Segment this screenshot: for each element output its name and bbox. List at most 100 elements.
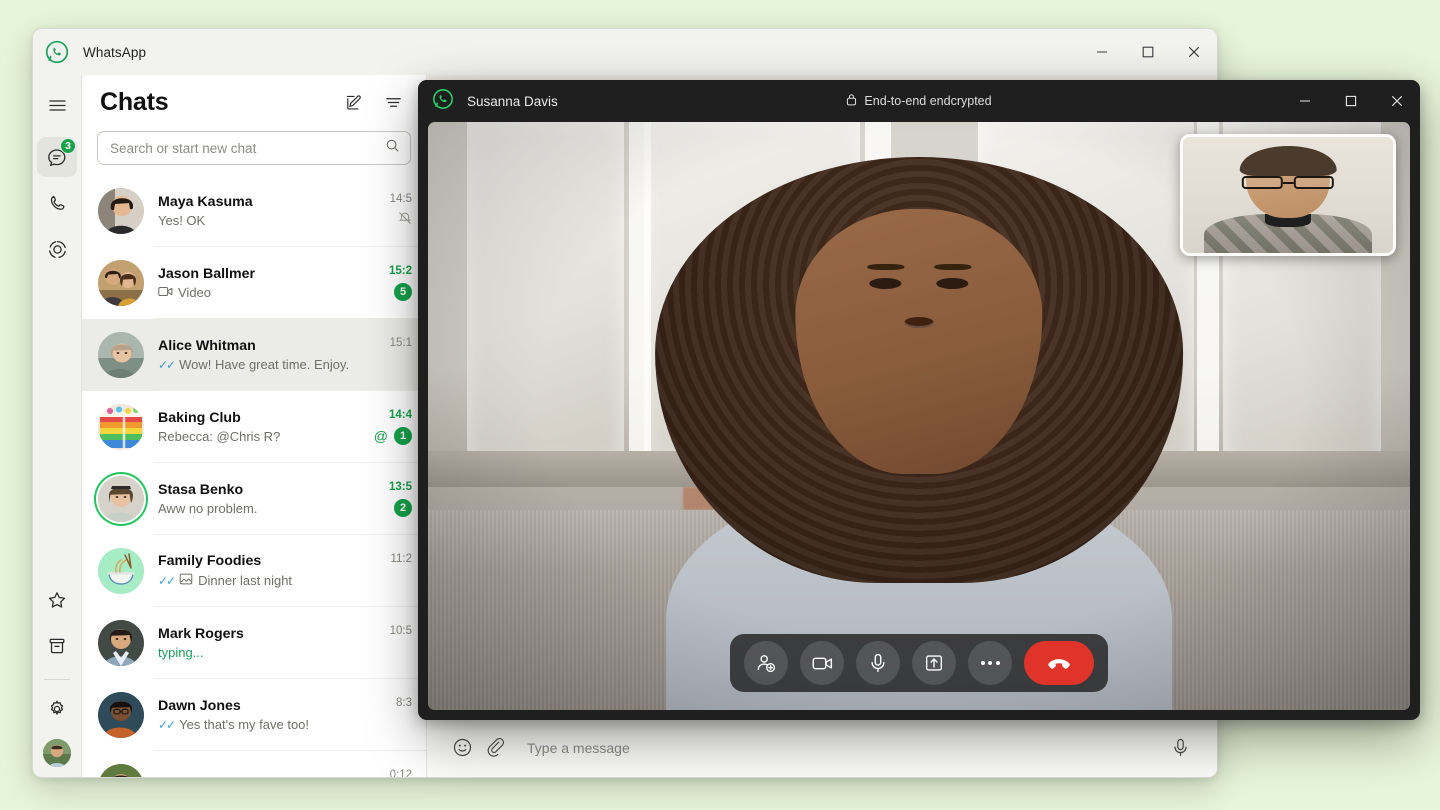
microphone-icon[interactable] bbox=[1163, 731, 1197, 765]
chat-item-text: Family Foodies ✓✓ Dinner last night bbox=[158, 553, 358, 589]
share-screen-up-arrow-icon[interactable] bbox=[912, 641, 956, 685]
close-icon[interactable] bbox=[1171, 29, 1217, 75]
chat-list-item-maya-kasuma[interactable]: Maya Kasuma Yes! OK 14:5 bbox=[82, 175, 426, 248]
minimize-icon[interactable] bbox=[1079, 29, 1125, 75]
chat-item-meta: 0:12 bbox=[366, 769, 412, 778]
message-input[interactable] bbox=[527, 739, 1163, 756]
sidebar-item-chats[interactable]: 3 bbox=[37, 137, 77, 177]
chat-item-preview-text: typing... bbox=[158, 645, 204, 661]
read-double-check-icon: ✓✓ bbox=[158, 717, 176, 732]
paperclip-attach-icon[interactable] bbox=[479, 731, 513, 765]
chat-item-preview: typing... bbox=[158, 645, 358, 660]
chat-list[interactable]: Maya Kasuma Yes! OK 14:5 Jason Ballmer V… bbox=[82, 175, 426, 778]
minimize-icon[interactable] bbox=[1282, 80, 1328, 122]
chat-list-item-baking-club[interactable]: Baking Club Rebecca: @Chris R? 14:4 @ 1 bbox=[82, 391, 426, 464]
read-double-check-icon: ✓✓ bbox=[158, 357, 176, 372]
chat-item-time: 14:5 bbox=[389, 193, 412, 206]
chat-item-preview: Video bbox=[158, 285, 358, 300]
call-control-bar bbox=[730, 634, 1108, 692]
chat-item-meta: 14:4 @ 1 bbox=[366, 409, 412, 446]
profile-avatar[interactable] bbox=[43, 739, 71, 767]
filter-lines-icon[interactable] bbox=[376, 85, 410, 119]
chat-item-preview-text: Video bbox=[178, 285, 212, 301]
chat-item-time: 15:1 bbox=[389, 337, 412, 350]
chat-item-text: Mark Rogers typing... bbox=[158, 626, 358, 660]
chat-item-time: 0:12 bbox=[389, 769, 412, 778]
chat-item-meta: 11:2 bbox=[366, 553, 412, 589]
add-person-icon[interactable] bbox=[744, 641, 788, 685]
mention-at-icon: @ bbox=[373, 428, 388, 445]
main-window-titlebar: WhatsApp bbox=[33, 29, 1217, 75]
chat-list-panel: Chats Search or start new chat Maya Kasu… bbox=[82, 75, 427, 778]
chat-item-preview: ✓✓ Wow! Have great time. Enjoy. bbox=[158, 357, 358, 372]
chat-item-time: 8:3 bbox=[396, 697, 412, 710]
chat-item-meta: 10:5 bbox=[366, 625, 412, 661]
chat-item-text: Stasa Benko Aww no problem. bbox=[158, 482, 358, 516]
chat-item-preview: Aww no problem. bbox=[158, 501, 358, 516]
unread-count-badge: 1 bbox=[394, 427, 412, 446]
chat-list-item-stasa-benko[interactable]: Stasa Benko Aww no problem. 13:5 2 bbox=[82, 463, 426, 536]
chat-list-item-ziggy-woodley[interactable]: Ziggy Woodley 0:12 bbox=[82, 751, 426, 778]
chat-item-name: Jason Ballmer bbox=[158, 266, 255, 283]
chat-list-item-mark-rogers[interactable]: Mark Rogers typing... 10:5 bbox=[82, 607, 426, 680]
unread-count-badge: 2 bbox=[394, 499, 412, 518]
search-area bbox=[82, 129, 426, 175]
rail-divider bbox=[44, 679, 70, 680]
chat-list-item-dawn-jones[interactable]: Dawn Jones ✓✓ Yes that's my fave too! 8:… bbox=[82, 679, 426, 752]
chat-list-item-alice-whitman[interactable]: Alice Whitman ✓✓ Wow! Have great time. E… bbox=[82, 319, 426, 392]
lock-icon bbox=[846, 93, 857, 109]
chat-item-meta: 14:5 bbox=[366, 193, 412, 229]
chat-item-name: Maya Kasuma bbox=[158, 194, 253, 211]
chat-item-text: Dawn Jones ✓✓ Yes that's my fave too! bbox=[158, 698, 358, 732]
sidebar-item-starred[interactable] bbox=[37, 580, 77, 620]
avatar bbox=[98, 332, 144, 379]
sidebar-item-archived[interactable] bbox=[37, 626, 77, 666]
self-view-thumbnail[interactable] bbox=[1180, 134, 1396, 256]
chat-list-item-family-foodies[interactable]: Family Foodies ✓✓ Dinner last night 11:2 bbox=[82, 535, 426, 608]
chat-item-time: 10:5 bbox=[389, 625, 412, 638]
close-icon[interactable] bbox=[1374, 80, 1420, 122]
chat-item-name: Family Foodies bbox=[158, 553, 262, 570]
sidebar-item-status[interactable] bbox=[37, 229, 77, 269]
avatar bbox=[98, 692, 144, 739]
sidebar-item-settings[interactable] bbox=[37, 689, 77, 729]
message-composer bbox=[427, 715, 1217, 777]
chat-item-preview: Yes! OK bbox=[158, 213, 358, 228]
remote-video-stage[interactable] bbox=[428, 122, 1410, 710]
hamburger-menu-icon[interactable] bbox=[37, 85, 77, 125]
chat-item-time: 13:5 bbox=[388, 481, 412, 494]
chat-list-header-actions bbox=[336, 85, 410, 119]
search-input[interactable] bbox=[110, 140, 385, 156]
search-icon[interactable] bbox=[385, 138, 400, 158]
avatar bbox=[98, 764, 144, 777]
chat-item-text: Jason Ballmer Video bbox=[158, 266, 358, 300]
maximize-icon[interactable] bbox=[1125, 29, 1171, 75]
muted-bell-icon bbox=[398, 211, 412, 230]
sidebar-item-calls[interactable] bbox=[37, 183, 77, 223]
chat-item-name: Baking Club bbox=[158, 410, 241, 427]
new-chat-pencil-icon[interactable] bbox=[336, 85, 370, 119]
chat-item-time: 15:2 bbox=[388, 265, 412, 278]
whatsapp-logo-icon bbox=[45, 40, 69, 64]
maximize-icon[interactable] bbox=[1328, 80, 1374, 122]
chat-item-name: Stasa Benko bbox=[158, 482, 244, 499]
microphone-icon[interactable] bbox=[856, 641, 900, 685]
unread-count-badge: 5 bbox=[394, 283, 412, 302]
chat-item-preview: ✓✓ Yes that's my fave too! bbox=[158, 717, 358, 732]
emoji-smiley-icon[interactable] bbox=[445, 731, 479, 765]
video-camera-icon[interactable] bbox=[800, 641, 844, 685]
app-title: WhatsApp bbox=[83, 44, 147, 60]
chat-item-name: Alice Whitman bbox=[158, 338, 256, 355]
encryption-status: End-to-end endcrypted bbox=[418, 80, 1420, 122]
chat-list-item-jason-ballmer[interactable]: Jason Ballmer Video 15:2 5 bbox=[82, 247, 426, 320]
navigation-rail: 3 bbox=[33, 75, 82, 777]
search-box[interactable] bbox=[97, 131, 411, 166]
whatsapp-call-logo-icon bbox=[432, 88, 454, 115]
call-contact-name: Susanna Davis bbox=[467, 93, 558, 109]
chat-item-preview-text: Rebecca: @Chris R? bbox=[158, 429, 281, 445]
encryption-label: End-to-end endcrypted bbox=[864, 94, 992, 108]
avatar bbox=[98, 404, 144, 451]
more-horizontal-icon[interactable] bbox=[968, 641, 1012, 685]
chat-list-header: Chats bbox=[82, 75, 426, 129]
end-call-handset-icon[interactable] bbox=[1024, 641, 1094, 685]
